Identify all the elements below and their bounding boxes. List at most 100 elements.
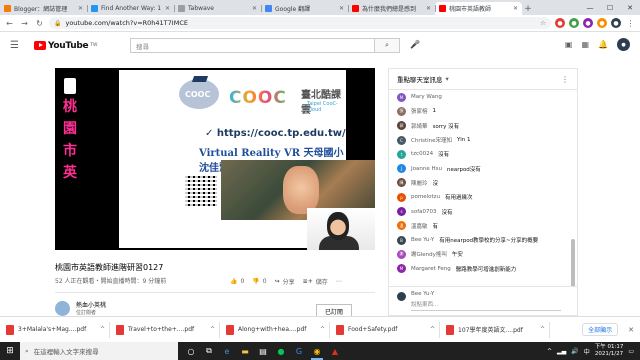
file-explorer-icon[interactable]: ▬ xyxy=(236,342,254,360)
edge-icon[interactable]: e xyxy=(218,342,236,360)
chat-author[interactable]: pomelotzu xyxy=(411,194,440,200)
task-view-icon[interactable]: ⧉ xyxy=(200,342,218,360)
chat-avatar[interactable]: t xyxy=(397,149,406,159)
extension-icon[interactable]: ● xyxy=(555,18,565,28)
chat-avatar[interactable]: B xyxy=(397,235,406,245)
youtube-logo[interactable]: YouTube TW xyxy=(34,41,98,51)
maximize-icon[interactable]: ☐ xyxy=(600,0,620,15)
chat-avatar[interactable]: s xyxy=(397,207,406,217)
chat-input[interactable]: 說點東西... xyxy=(411,300,561,311)
extension-icon[interactable]: ● xyxy=(583,18,593,28)
download-item[interactable]: Along+with+hea....pdf ^ xyxy=(226,321,330,338)
google-icon[interactable]: G xyxy=(290,342,308,360)
new-tab-button[interactable]: + xyxy=(522,2,534,15)
show-all-downloads-button[interactable]: 全部顯示 xyxy=(582,323,619,336)
close-icon[interactable]: ✕ xyxy=(426,5,431,12)
star-icon[interactable]: ☆ xyxy=(540,19,546,27)
download-item[interactable]: Food+Safety.pdf ^ xyxy=(336,321,440,338)
forward-icon[interactable]: → xyxy=(19,18,30,29)
channel-avatar[interactable] xyxy=(55,300,70,316)
chat-avatar[interactable]: 溫 xyxy=(397,221,406,231)
notifications-bell-icon[interactable]: 🔔 xyxy=(598,40,608,49)
browser-tab[interactable]: Find Another Way: 1 ✕ xyxy=(87,2,174,15)
network-icon[interactable]: ▂▄ xyxy=(557,348,566,355)
chat-author[interactable]: tzc0024 xyxy=(411,151,433,157)
line-icon[interactable]: ● xyxy=(272,342,290,360)
browser-tab[interactable]: Blogger：網誌管理 ✕ xyxy=(0,2,87,15)
reload-icon[interactable]: ↻ xyxy=(34,18,45,29)
back-icon[interactable]: ← xyxy=(4,18,15,29)
chat-avatar[interactable]: M xyxy=(397,92,406,102)
chat-avatar[interactable]: J xyxy=(397,164,406,174)
close-icon[interactable]: ✕ xyxy=(339,5,344,12)
chat-avatar[interactable]: p xyxy=(397,192,406,202)
close-icon[interactable]: ✕ xyxy=(78,5,83,12)
dislike-button[interactable]: 👎 0 xyxy=(252,278,266,285)
browser-tab-active[interactable]: 桃園市英語教師 ✕ xyxy=(435,2,522,15)
store-icon[interactable]: ▤ xyxy=(254,342,272,360)
close-icon[interactable]: ✕ xyxy=(628,326,634,334)
minimize-icon[interactable]: — xyxy=(580,0,600,15)
hamburger-menu-icon[interactable]: ☰ xyxy=(10,40,28,51)
clock[interactable]: 下午 01:17 2021/1/27 xyxy=(595,344,624,358)
create-video-icon[interactable]: ▣ xyxy=(565,40,573,49)
search-input[interactable]: 搜尋 xyxy=(130,38,374,53)
chevron-up-icon[interactable]: ^ xyxy=(430,326,435,333)
pdf-reader-icon[interactable]: ▲ xyxy=(326,342,344,360)
profile-avatar[interactable]: ● xyxy=(611,18,621,28)
chat-author[interactable]: sofa0703 xyxy=(411,209,437,215)
search-button[interactable]: ⌕ xyxy=(374,38,400,53)
share-button[interactable]: ↪ 分享 xyxy=(275,277,295,286)
chat-author[interactable]: Margaret Feng xyxy=(411,266,451,272)
browser-tab[interactable]: Tabwave ✕ xyxy=(174,2,261,15)
apps-grid-icon[interactable]: ▦ xyxy=(581,40,589,49)
chevron-down-icon[interactable]: ▾ xyxy=(446,75,449,83)
chat-avatar[interactable]: 張 xyxy=(397,106,406,116)
download-item[interactable]: 3+Malala's+Mag....pdf ^ xyxy=(6,321,110,338)
chat-author[interactable]: 溫嘉敏 xyxy=(411,222,428,230)
chevron-up-icon[interactable]: ^ xyxy=(540,326,545,333)
chat-author[interactable]: 郭綺華 xyxy=(411,122,428,130)
tray-chevron-up-icon[interactable]: ^ xyxy=(547,348,552,355)
chat-header-title[interactable]: 重點聊天室訊息 xyxy=(397,74,443,84)
chat-avatar[interactable]: 謝 xyxy=(397,249,406,259)
chat-author[interactable]: 張家榕 xyxy=(411,107,428,115)
account-avatar[interactable]: ● xyxy=(617,38,630,51)
chevron-up-icon[interactable]: ^ xyxy=(100,326,105,333)
chrome-icon[interactable]: ◉ xyxy=(308,342,326,360)
save-button[interactable]: ≡+ 儲存 xyxy=(303,277,328,286)
chevron-up-icon[interactable]: ^ xyxy=(210,326,215,333)
download-item[interactable]: 107學年度英語文....pdf ^ xyxy=(446,321,550,338)
extension-icon[interactable]: ● xyxy=(569,18,579,28)
chat-scrollbar[interactable] xyxy=(571,239,575,287)
taskbar-search-input[interactable]: ⌕ 在這裡輸入文字來搜尋 xyxy=(20,342,178,360)
extension-icon[interactable]: ● xyxy=(597,18,607,28)
ime-icon[interactable]: 中 xyxy=(584,347,590,356)
chat-author[interactable]: 謝Glendy搖叫 xyxy=(411,250,447,258)
download-item[interactable]: Travel+to+the+....pdf ^ xyxy=(116,321,220,338)
volume-icon[interactable]: 🔊 xyxy=(571,348,578,355)
chat-author[interactable]: Joanne Hsu xyxy=(411,166,442,172)
close-icon[interactable]: ✕ xyxy=(165,5,170,12)
browser-tab[interactable]: 為什麼我們總是感到 ✕ xyxy=(348,2,435,15)
notifications-icon[interactable]: ▭ xyxy=(628,348,634,355)
browser-tab[interactable]: Google 翻譯 ✕ xyxy=(261,2,348,15)
chat-avatar[interactable]: M xyxy=(397,264,406,274)
like-button[interactable]: 👍 0 xyxy=(230,278,244,285)
more-options-icon[interactable]: ⋯ xyxy=(336,278,342,285)
chat-avatar[interactable]: 陳 xyxy=(397,178,406,188)
channel-name[interactable]: 熱血小英桃 xyxy=(76,300,106,309)
chat-author[interactable]: Mary Wang xyxy=(411,94,442,100)
close-window-icon[interactable]: ✕ xyxy=(620,0,640,15)
windows-start-icon[interactable]: ⊞ xyxy=(0,342,20,360)
chat-avatar[interactable]: 郭 xyxy=(397,121,406,131)
cortana-icon[interactable]: ○ xyxy=(182,342,200,360)
address-bar[interactable]: 🔒 youtube.com/watch?v=R0h41T7IMCE ☆ xyxy=(49,17,551,29)
video-player[interactable]: 桃 園 市 英 COOC COOC 臺北酷課雲 Taipei CooC-Clou… xyxy=(55,68,375,250)
more-options-icon[interactable]: ⋮ xyxy=(561,75,569,84)
chat-avatar[interactable]: C xyxy=(397,135,406,145)
chat-author[interactable]: Bee Yu-Y xyxy=(411,237,434,243)
microphone-icon[interactable]: 🎤 xyxy=(410,40,420,49)
close-icon[interactable]: ✕ xyxy=(252,5,257,12)
chat-author[interactable]: Christine宋瑾知 xyxy=(411,136,452,144)
